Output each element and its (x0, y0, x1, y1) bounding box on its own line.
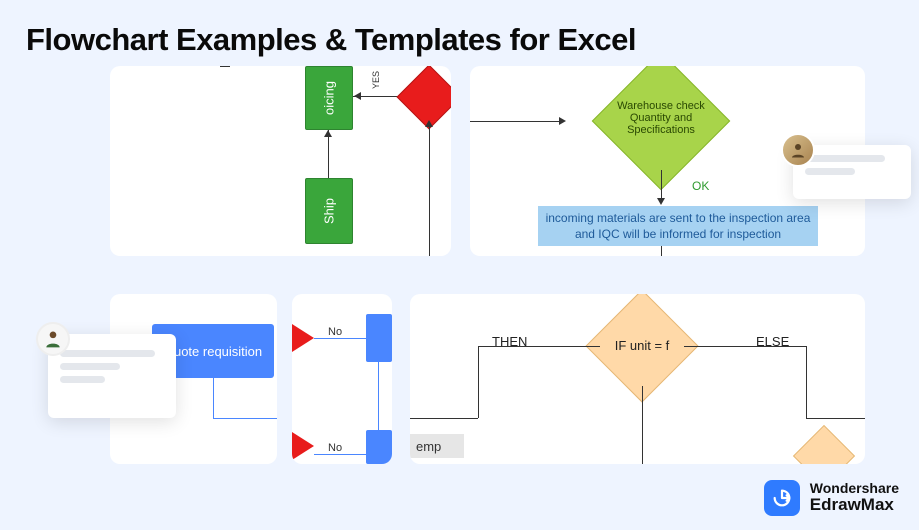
flow-connector (748, 346, 806, 347)
flow-connector (538, 346, 600, 347)
edge-label-yes: YES (371, 71, 381, 89)
page-title: Flowchart Examples & Templates for Excel (26, 22, 636, 58)
flow-connector (684, 346, 748, 347)
arrow-up-icon (425, 120, 433, 127)
flow-connector (429, 122, 430, 256)
flow-connector (478, 346, 479, 418)
flow-variable-emp: emp (410, 434, 464, 458)
template-card-if-unit-flow[interactable]: IF unit = f THEN ELSE emp (410, 294, 865, 464)
edge-label-no: No (328, 442, 342, 454)
flow-node-ship: Ship (305, 178, 353, 244)
flow-connector (314, 338, 366, 339)
flow-connector (213, 418, 277, 419)
flow-process-stub (366, 430, 392, 464)
template-card-invoicing-flow[interactable]: oicing Ship YES (110, 66, 451, 256)
comment-bubble[interactable] (48, 334, 176, 418)
edge-label-ok: OK (692, 179, 709, 193)
arrow-right-icon (559, 117, 566, 125)
placeholder-line (60, 350, 155, 357)
flow-decision-text: IF unit = f (592, 338, 692, 353)
person-icon (789, 141, 807, 159)
brand-product: EdrawMax (810, 496, 899, 515)
brand-footer: Wondershare EdrawMax (764, 480, 899, 516)
placeholder-line (805, 155, 885, 162)
flow-connector (328, 130, 329, 178)
flow-connector (806, 346, 807, 418)
comment-bubble[interactable] (793, 145, 911, 199)
flow-decision-partial (793, 425, 855, 464)
avatar (36, 322, 70, 356)
placeholder-line (60, 363, 120, 370)
flow-connector (470, 121, 564, 122)
flow-connector (378, 362, 379, 432)
person-icon (43, 329, 63, 349)
flow-decision-partial (292, 432, 314, 460)
template-card-decision-branch[interactable]: No No (292, 294, 392, 464)
edrawmax-logo-icon (764, 480, 800, 516)
flow-decision-text: Warehouse check Quantity and Specificati… (590, 100, 732, 136)
flow-connector (642, 386, 643, 464)
placeholder-line (805, 168, 855, 175)
avatar (781, 133, 815, 167)
flow-decision-partial (292, 324, 314, 352)
flow-process-stub (366, 314, 392, 362)
flow-node-invoicing: oicing (305, 66, 353, 130)
flow-connector (478, 346, 538, 347)
flow-connector (213, 378, 214, 418)
arrow-left-icon (354, 92, 361, 100)
flow-connector (661, 246, 662, 256)
flow-connector (806, 418, 865, 419)
flow-connector (220, 66, 230, 67)
arrow-up-icon (324, 130, 332, 137)
flow-process-inspection: incoming materials are sent to the inspe… (538, 206, 818, 246)
flow-connector (410, 418, 478, 419)
brand-company: Wondershare (810, 481, 899, 496)
arrow-down-icon (657, 198, 665, 205)
placeholder-line (60, 376, 105, 383)
edge-label-no: No (328, 326, 342, 338)
flow-connector (314, 454, 366, 455)
flow-decision-node (396, 66, 451, 130)
